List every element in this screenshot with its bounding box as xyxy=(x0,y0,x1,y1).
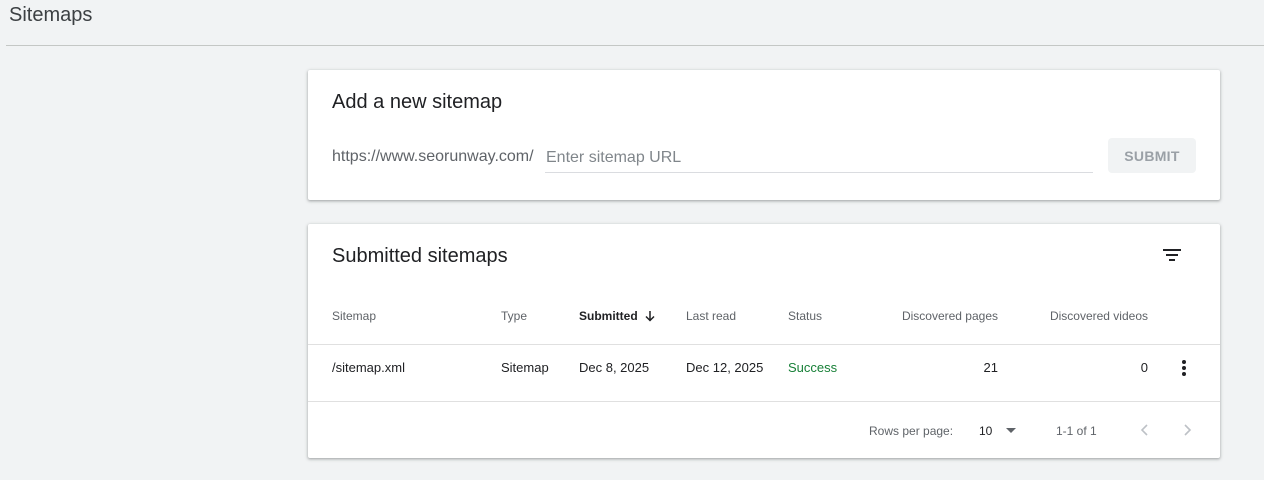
rows-per-page-label: Rows per page: xyxy=(869,424,954,438)
table-header-divider xyxy=(308,344,1220,345)
submitted-sitemaps-title: Submitted sitemaps xyxy=(332,245,508,267)
cell-type: Sitemap xyxy=(501,360,549,375)
cell-status: Success xyxy=(788,360,838,375)
dropdown-arrow-icon xyxy=(1006,428,1017,434)
column-header-status[interactable]: Status xyxy=(788,308,822,324)
arrow-down-icon xyxy=(644,310,656,326)
add-sitemap-card: Add a new sitemap https://www.seorunway.… xyxy=(308,70,1220,200)
column-header-discovered-pages[interactable]: Discovered pages xyxy=(888,308,998,324)
column-header-submitted[interactable]: Submitted xyxy=(579,308,656,326)
rows-per-page-select[interactable]: 10 xyxy=(979,420,1027,442)
chevron-right-icon[interactable] xyxy=(1176,418,1200,442)
page-title: Sitemaps xyxy=(9,4,93,26)
page-header: Sitemaps xyxy=(0,0,1264,46)
cell-last-read: Dec 12, 2025 xyxy=(686,360,764,375)
sitemap-url-field xyxy=(545,146,1095,173)
cell-sitemap: /sitemap.xml xyxy=(332,360,405,375)
column-header-type[interactable]: Type xyxy=(501,308,527,324)
pagination-range: 1-1 of 1 xyxy=(1056,424,1097,438)
filter-list-icon[interactable] xyxy=(1160,243,1184,267)
column-header-discovered-videos[interactable]: Discovered videos xyxy=(1028,308,1148,324)
more-vert-icon[interactable] xyxy=(1172,356,1196,380)
sitemap-url-input[interactable] xyxy=(545,146,1095,170)
column-header-sitemap[interactable]: Sitemap xyxy=(332,308,376,324)
header-divider xyxy=(6,45,1264,46)
submitted-sitemaps-card: Submitted sitemaps Sitemap Type Submitte… xyxy=(308,224,1220,458)
sitemap-url-prefix: https://www.seorunway.com/ xyxy=(332,148,534,165)
column-header-last-read[interactable]: Last read xyxy=(686,308,736,324)
column-header-submitted-label: Submitted xyxy=(579,309,638,323)
table-footer-divider xyxy=(308,401,1220,402)
cell-discovered-videos: 0 xyxy=(1140,360,1148,375)
cell-discovered-pages: 21 xyxy=(983,360,998,375)
cell-submitted: Dec 8, 2025 xyxy=(579,360,650,375)
chevron-left-icon[interactable] xyxy=(1132,418,1156,442)
add-sitemap-title: Add a new sitemap xyxy=(332,91,503,113)
rows-per-page-value: 10 xyxy=(979,424,993,438)
submit-button[interactable]: SUBMIT xyxy=(1108,138,1196,173)
